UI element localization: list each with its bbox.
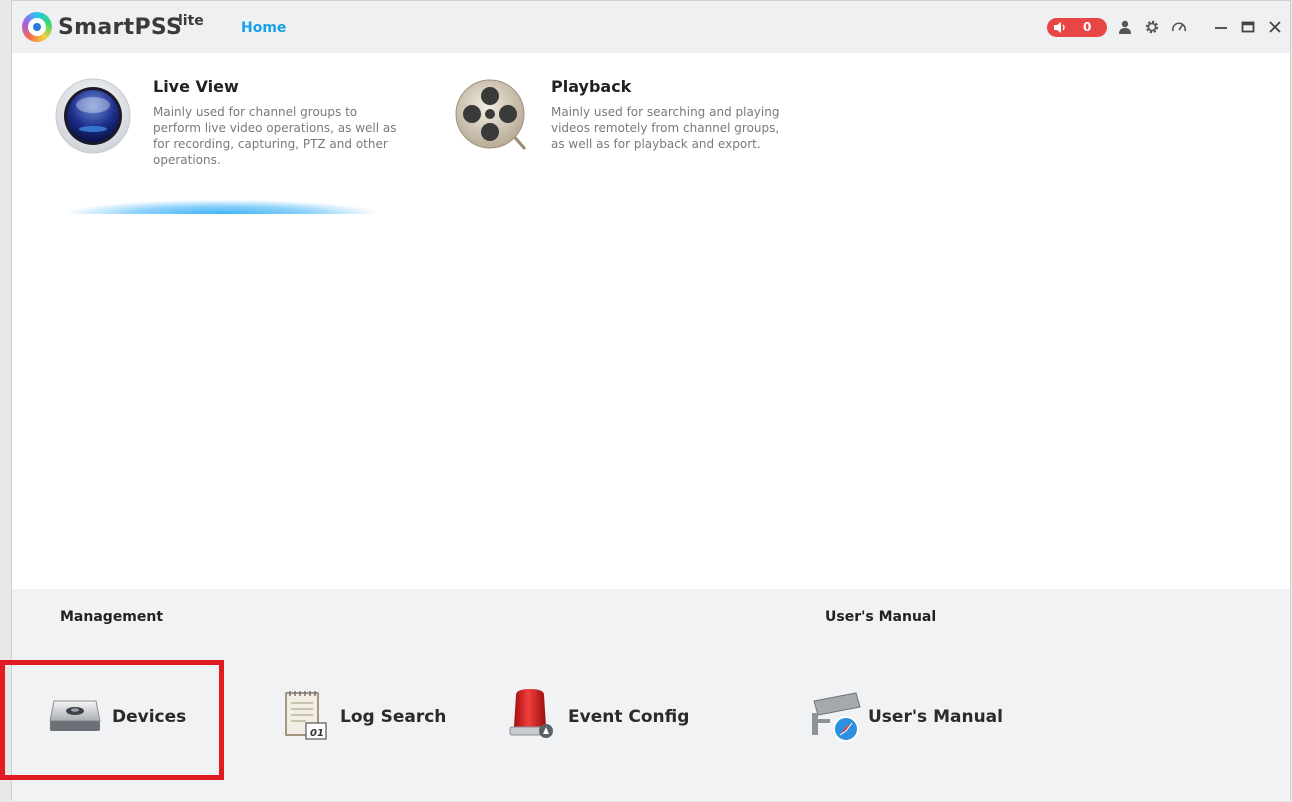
live-view-card[interactable]: Live View Mainly used for channel groups… [54, 77, 414, 207]
event-config-button[interactable]: Event Config [506, 687, 690, 743]
app-window: SmartPSS lite Home 0 Live View Mainly us… [11, 0, 1291, 801]
log-icon: 01 [285, 691, 327, 740]
playback-description: Mainly used for searching and playing vi… [551, 105, 780, 151]
app-logo-icon [22, 12, 52, 42]
close-icon[interactable] [1267, 19, 1283, 35]
performance-icon[interactable] [1171, 19, 1187, 35]
playback-title: Playback [551, 77, 632, 96]
svg-text:01: 01 [310, 728, 324, 739]
event-config-label: Event Config [568, 707, 690, 727]
devices-button[interactable]: Devices [48, 689, 198, 745]
manual-section-title: User's Manual [825, 609, 937, 625]
alarm-count: 0 [1083, 20, 1092, 34]
user-icon[interactable] [1117, 19, 1133, 35]
speaker-icon [1054, 22, 1065, 33]
users-manual-button[interactable]: User's Manual [808, 689, 1003, 745]
live-view-title: Live View [153, 77, 239, 96]
minimize-icon[interactable] [1213, 19, 1229, 35]
app-edition: lite [178, 13, 204, 29]
alarm-counter[interactable]: 0 [1047, 18, 1107, 37]
alarm-light-icon [509, 689, 553, 738]
tools-panel: Management User's Manual Devices 01 Log … [12, 589, 1290, 801]
settings-icon[interactable] [1144, 19, 1160, 35]
devices-label: Devices [112, 707, 187, 727]
manual-icon [812, 692, 861, 742]
selection-glow [67, 200, 377, 214]
users-manual-label: User's Manual [868, 707, 1003, 727]
tab-home[interactable]: Home [241, 20, 286, 36]
playback-card[interactable]: Playback Mainly used for searching and p… [453, 77, 813, 207]
film-reel-icon [455, 79, 527, 150]
log-search-label: Log Search [340, 707, 447, 727]
device-icon [49, 700, 101, 731]
live-view-description: Mainly used for channel groups to perfor… [153, 105, 397, 167]
maximize-icon[interactable] [1240, 19, 1256, 35]
home-main: Live View Mainly used for channel groups… [12, 53, 1290, 589]
live-view-icon [55, 78, 131, 154]
title-bar: SmartPSS lite Home 0 [12, 1, 1290, 53]
management-title: Management [60, 609, 164, 625]
app-name: SmartPSS [58, 15, 183, 40]
log-search-button[interactable]: 01 Log Search [282, 689, 446, 745]
